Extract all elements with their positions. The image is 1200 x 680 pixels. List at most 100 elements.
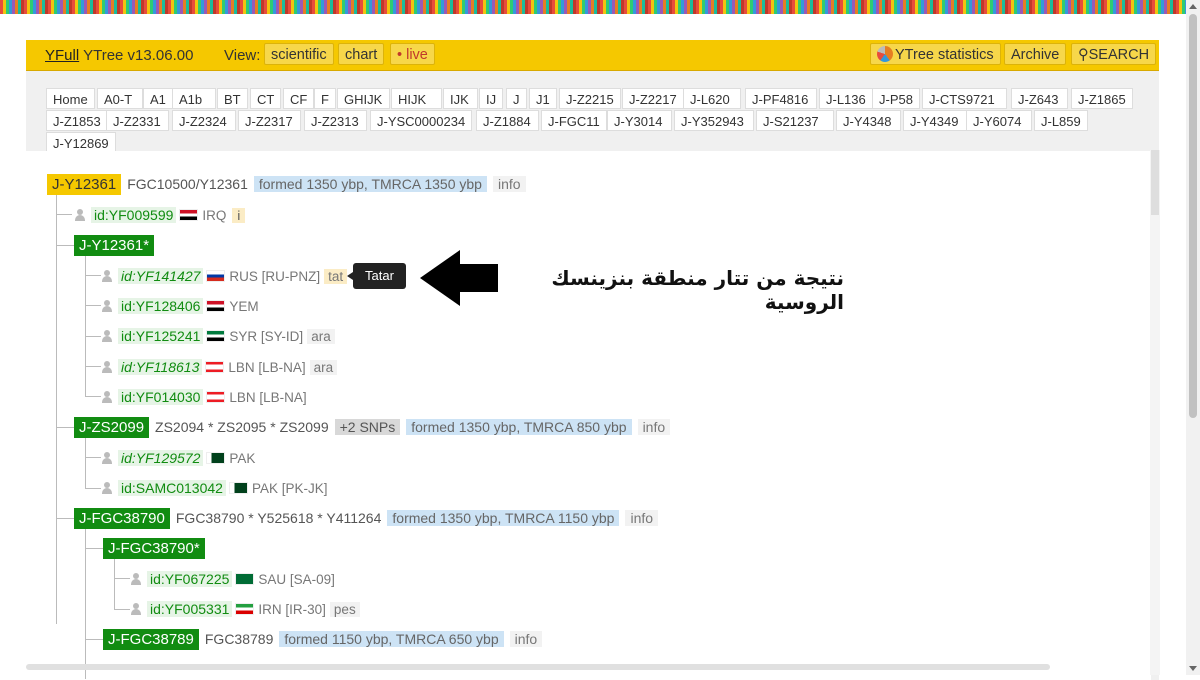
tab-j-l620[interactable]: J-L620 [683,88,741,109]
scroll-up-icon[interactable] [1189,4,1197,9]
flag-russia-icon [206,270,226,282]
tab-j-z643[interactable]: J-Z643 [1011,88,1068,109]
sample-country: SAU [SA-09] [258,572,335,587]
tab-j-y12869[interactable]: J-Y12869 [46,132,116,153]
node-label[interactable]: J-FGC38789 [103,629,199,650]
tab-j1[interactable]: J1 [529,88,557,109]
tab-j-y3014[interactable]: J-Y3014 [607,110,672,131]
yfull-link[interactable]: YFull [45,47,79,64]
node-label[interactable]: J-Y12361* [74,235,155,256]
sample-language[interactable]: ara [309,360,338,375]
tab-j-z1853[interactable]: J-Z1853 [46,110,108,131]
pie-chart-icon [877,46,893,62]
tab-ghijk[interactable]: GHIJK [337,88,390,109]
sample-id[interactable]: id:YF009599 [91,207,177,223]
page-scrollbar-thumb[interactable] [1189,14,1197,418]
node-formed: formed 1350 ybp, TMRCA 1150 ybp [387,510,620,526]
tab-f[interactable]: F [314,88,336,109]
node-label[interactable]: J-FGC38790 [74,508,170,529]
tab-j-pf4816[interactable]: J-PF4816 [745,88,817,109]
tree-node-row: J-FGC38790* [103,537,205,559]
sample-row: id:YF141427 RUS [RU-PNZ] tat [101,265,348,287]
sample-language[interactable]: ara [307,329,335,344]
tab-j-y6074[interactable]: J-Y6074 [966,110,1032,131]
tab-j-y4349[interactable]: J-Y4349 [903,110,968,131]
tab-j-y4348[interactable]: J-Y4348 [836,110,901,131]
sample-info-icon[interactable]: i [232,208,246,223]
tree-line [85,548,103,549]
archive-button[interactable]: Archive [1004,43,1067,65]
tree-scrollbar[interactable] [1150,150,1160,675]
view-scientific-button[interactable]: scientific [264,43,334,65]
tab-j-z2217[interactable]: J-Z2217 [622,88,684,109]
tab-a1b[interactable]: A1b [172,88,216,109]
sample-id[interactable]: id:YF125241 [118,328,204,344]
search-button[interactable]: ⚲SEARCH [1071,43,1157,65]
tree-scrollbar-thumb[interactable] [1151,150,1159,215]
tab-j-z2317[interactable]: J-Z2317 [238,110,301,131]
sample-id[interactable]: id:SAMC013042 [118,480,226,496]
sample-id[interactable]: id:YF118613 [118,359,203,375]
flag-lebanon-icon [206,391,226,403]
tab-ij[interactable]: IJ [479,88,504,109]
sample-id[interactable]: id:YF005331 [147,601,233,617]
sample-id[interactable]: id:YF014030 [118,389,204,405]
tab-j-z2324[interactable]: J-Z2324 [172,110,236,131]
node-info-link[interactable]: info [625,510,659,526]
scroll-down-icon[interactable] [1189,666,1197,671]
tab-j-fgc11[interactable]: J-FGC11 [541,110,607,131]
view-live-button[interactable]: • live [390,43,435,65]
tab-bt[interactable]: BT [217,88,248,109]
node-info-link[interactable]: info [509,631,543,647]
sample-language[interactable]: pes [329,602,360,617]
tab-j-z1884[interactable]: J-Z1884 [476,110,539,131]
tab-j-y352943[interactable]: J-Y352943 [674,110,754,131]
view-chart-button[interactable]: chart [338,43,385,65]
tab-j-l136[interactable]: J-L136 [819,88,873,109]
sample-id[interactable]: id:YF129572 [118,450,204,466]
flag-iraq-icon [179,209,199,221]
node-label[interactable]: J-FGC38790* [103,538,205,559]
tab-ijk[interactable]: IJK [443,88,478,109]
tab-j-z2331[interactable]: J-Z2331 [106,110,169,131]
horizontal-scrollbar[interactable] [26,664,1050,670]
node-formed: formed 1350 ybp, TMRCA 1350 ybp [253,176,487,192]
tab-j-z1865[interactable]: J-Z1865 [1071,88,1133,109]
node-snps: FGC10500/Y12361 [127,176,248,192]
root-node-label[interactable]: J-Y12361 [47,174,122,195]
page-container: YFull YTree v13.06.00 View: scientific c… [26,40,1159,680]
tree-line [114,578,130,579]
tab-j-ysc0000234[interactable]: J-YSC0000234 [370,110,473,131]
tab-a0-t[interactable]: A0-T [97,88,143,109]
sample-id[interactable]: id:YF128406 [118,298,204,314]
tab-j-z2313[interactable]: J-Z2313 [304,110,367,131]
tab-a1[interactable]: A1 [143,88,173,109]
tab-j-z2215[interactable]: J-Z2215 [559,88,621,109]
sample-row: id:YF067225 SAU [SA-09] [130,568,335,590]
ytree-statistics-button[interactable]: YTree statistics [870,43,1001,65]
tree-node-row: J-Y12361 FGC10500/Y12361 formed 1350 ybp, … [47,173,526,195]
tab-cf[interactable]: CF [283,88,315,109]
more-snps-button[interactable]: +2 SNPs [334,419,401,435]
tab-j-s21237[interactable]: J-S21237 [756,110,834,131]
tab-j-cts9721[interactable]: J-CTS9721 [922,88,1007,109]
node-info-link[interactable]: info [637,419,671,435]
sample-id[interactable]: id:YF141427 [118,268,204,284]
tab-home[interactable]: Home [46,88,95,109]
flag-pakistan-icon [206,452,226,464]
app-version: YTree v13.06.00 [79,47,194,64]
page-scrollbar[interactable] [1186,0,1200,675]
node-info-link[interactable]: info [492,176,526,192]
tab-ct[interactable]: CT [250,88,282,109]
sample-country: IRN [IR-30] [258,602,326,617]
tree-line [56,427,74,428]
node-label[interactable]: J-ZS2099 [74,417,150,438]
tab-j-p58[interactable]: J-P58 [872,88,920,109]
sample-id[interactable]: id:YF067225 [147,571,233,587]
tab-hijk[interactable]: HIJK [391,88,442,109]
sample-language[interactable]: tat [324,269,348,284]
tab-j[interactable]: J [506,88,527,109]
tab-j-l859[interactable]: J-L859 [1034,110,1088,131]
person-icon [101,270,113,282]
tree-line [85,305,101,306]
